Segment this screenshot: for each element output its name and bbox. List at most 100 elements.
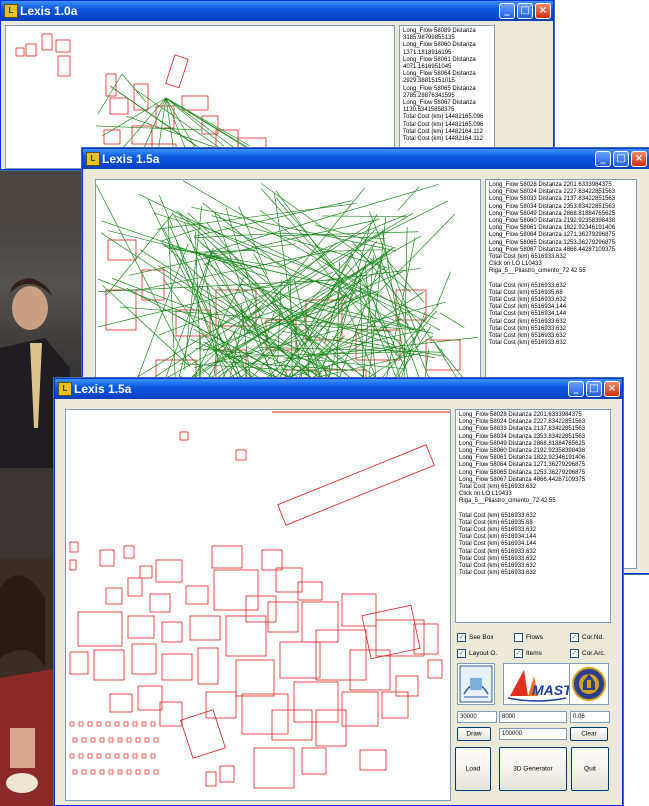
log-line: Total Cost (km) 6516933.632 [459, 555, 537, 562]
load-button[interactable]: Load [455, 747, 491, 791]
log-line: Long_Flow 58064 Distanza [403, 71, 476, 78]
log-line: Total Cost (km) 6516935.68 [489, 289, 563, 296]
log-line: Long_Flow 58089 Distanza [403, 28, 476, 34]
log-line: Long_Flow 58061 Distanza [403, 56, 476, 63]
grid-cell [117, 737, 123, 743]
minimize-button[interactable]: _ [568, 381, 584, 397]
grid-cell [69, 721, 75, 727]
checkbox-layout[interactable]: ✓ [457, 649, 466, 658]
log-line: 1371.1818916195 [403, 49, 452, 56]
crest-logo [569, 663, 609, 705]
grid-cell [150, 721, 156, 727]
clear-button[interactable]: Clear [570, 727, 608, 741]
grid-cell [123, 721, 129, 727]
close-button[interactable]: × [604, 381, 620, 397]
log-line: Long_Flow 58049 Distanza 2868.8188476562… [489, 210, 616, 217]
grid-cell [135, 737, 141, 743]
log-line: Long_Flow 58065 Distanza [403, 85, 476, 92]
log-line: Total Cost (km) 6516933.632 [489, 297, 567, 304]
log-line: Total Cost (km) 14482165.096 [403, 114, 484, 121]
minimize-button[interactable]: _ [595, 151, 611, 167]
log-panel[interactable]: Long_Flow 58028 Distanza 2201.6333984375… [455, 409, 611, 623]
grid-cell [153, 769, 159, 775]
title-bar[interactable]: L Lexis 1.5a _ □ × [83, 149, 649, 169]
value-field-3[interactable]: 0.06 [570, 711, 610, 723]
log-line: Total Cost (km) 6516933.632 [489, 318, 567, 325]
log-panel[interactable]: Long_Flow 58089 Distanza 3185.9879985513… [399, 25, 495, 167]
close-button[interactable]: × [535, 3, 551, 19]
value-field-1[interactable]: 30000 [457, 711, 497, 723]
checkbox-flows[interactable] [514, 633, 523, 642]
log-line: Long_Flow 58033 Distanza 2137.8342285156… [459, 426, 586, 433]
grid-cell [114, 721, 120, 727]
grid-cell [132, 721, 138, 727]
checkbox-label: Items [526, 650, 542, 658]
flow-line [154, 212, 196, 227]
layout-checkbox[interactable]: ✓ Layout O. [457, 649, 497, 658]
lexis-window-front: L Lexis 1.5a _ □ × Long_Flow 58028 Dista… [54, 378, 623, 806]
log-line: Total Cost (km) 14482164.112 [403, 136, 483, 143]
cor-arc-checkbox[interactable]: ✓ Cor.Arc. [570, 649, 605, 658]
grid-cell [141, 753, 147, 759]
checkbox-cor-arc[interactable]: ✓ [570, 649, 579, 658]
grid-cell [96, 721, 102, 727]
log-line: Total Cost (km) 14482165.096 [403, 121, 484, 128]
flow-line [436, 271, 451, 308]
grid-cell [78, 721, 84, 727]
value-field-4[interactable]: 100000 [499, 728, 567, 740]
log-line: Long_Flow 58065 Distanza 1253.3627929687… [459, 469, 586, 476]
grid-cell [87, 753, 93, 759]
draw-button[interactable]: Draw [457, 727, 491, 741]
grid-cell [72, 737, 78, 743]
layout-canvas[interactable] [65, 409, 451, 801]
mast-logo: MAST [503, 663, 573, 705]
window-title: Lexis 1.5a [102, 152, 160, 166]
flows-checkbox[interactable]: Flows [514, 633, 543, 642]
cor-nd-checkbox[interactable]: ✓ Cor.Nd. [570, 633, 604, 642]
flow-line [191, 249, 256, 253]
mast-logo-text: MAST [532, 682, 570, 698]
layout-drawing [69, 411, 450, 789]
title-bar[interactable]: L Lexis 1.0a _ □ × [1, 1, 553, 21]
grid-cell [123, 753, 129, 759]
grid-cell [108, 769, 114, 775]
grid-cell [150, 753, 156, 759]
log-line: Total Cost (km) 14482164.112 [403, 128, 483, 135]
grid-cell [81, 769, 87, 775]
log-line: Click on LO L10433 [459, 491, 512, 498]
see-box-checkbox[interactable]: ✓ See Box [457, 633, 494, 642]
log-line: Long_Flow 58024 Distanza 2227.8342285156… [459, 419, 586, 426]
checkbox-cor-nd[interactable]: ✓ [570, 633, 579, 642]
log-line: Long_Flow 58061 Distanza 1822.9234619140… [459, 455, 586, 462]
flow-line [279, 231, 419, 237]
maximize-button[interactable]: □ [517, 3, 533, 19]
log-line: Total Cost (km) 6516933.632 [489, 254, 567, 261]
grid-cell [117, 769, 123, 775]
log-line: Total Cost (km) 6516933.632 [459, 548, 537, 555]
value-field-2[interactable]: 8000 [499, 711, 567, 723]
minimize-button[interactable]: _ [499, 3, 515, 19]
3d-generator-button[interactable]: 3D Generator [499, 747, 567, 791]
maximize-button[interactable]: □ [586, 381, 602, 397]
flow-line [156, 203, 357, 230]
log-line: Long_Flow 58060 Distanza [403, 42, 476, 49]
grid-cell [108, 737, 114, 743]
grid-cell [99, 769, 105, 775]
grid-cell [141, 721, 147, 727]
log-line: Total Cost (km) 6516934.144 [489, 311, 567, 318]
items-checkbox[interactable]: ✓ Items [514, 649, 542, 658]
quit-button[interactable]: Quit [571, 747, 609, 791]
maximize-button[interactable]: □ [613, 151, 629, 167]
layout-drawing [15, 33, 277, 167]
log-line: Long_Flow 58034 Distanza 2353.8342285156… [459, 433, 586, 440]
title-bar[interactable]: L Lexis 1.5a _ □ × [55, 379, 622, 399]
close-button[interactable]: × [631, 151, 647, 167]
grid-cell [105, 721, 111, 727]
grid-cell [96, 753, 102, 759]
checkbox-items[interactable]: ✓ [514, 649, 523, 658]
log-line: Long_Flow 58033 Distanza 2137.8342285156… [489, 196, 616, 203]
flow-line [322, 215, 409, 218]
checkbox-see-box[interactable]: ✓ [457, 633, 466, 642]
log-line: Total Cost (km) 6516933.632 [489, 325, 567, 332]
log-line: Long_Flow 58060 Distanza 2192.9235839843… [459, 448, 586, 455]
